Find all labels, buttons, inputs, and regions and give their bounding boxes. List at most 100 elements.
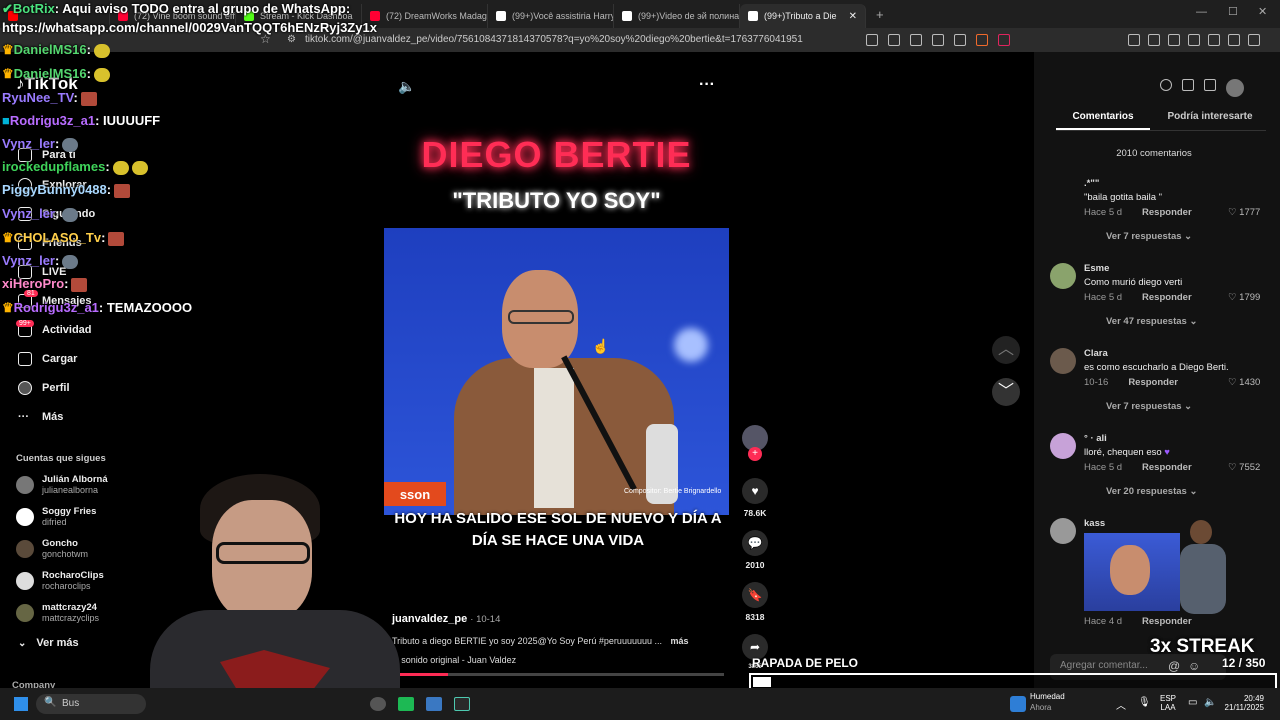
avatar[interactable] xyxy=(1050,348,1076,374)
download-icon[interactable] xyxy=(1204,79,1216,91)
chat-line: PiggyBunny0488: xyxy=(2,182,131,198)
windows-start-icon[interactable] xyxy=(14,697,28,711)
view-replies-button[interactable]: Ver 7 respuestas ⌄ xyxy=(1106,401,1192,412)
app-icon[interactable] xyxy=(370,697,386,711)
compass-icon[interactable] xyxy=(1160,79,1172,91)
view-replies-button[interactable]: Ver 20 respuestas ⌄ xyxy=(1106,486,1197,497)
view-replies-button[interactable]: Ver 7 respuestas ⌄ xyxy=(1106,231,1192,242)
comment-like-button[interactable]: ♡ 7552 xyxy=(1228,462,1260,473)
view-replies-button[interactable]: Ver 47 respuestas ⌄ xyxy=(1106,316,1197,327)
terminal-app-icon[interactable] xyxy=(454,697,470,711)
language-indicator[interactable]: ESP LAA xyxy=(1160,694,1176,712)
following-item[interactable]: Goncho gonchotwm xyxy=(16,538,88,559)
video-author[interactable]: juanvaldez_pe · 10-14 xyxy=(392,613,500,625)
save-button[interactable]: 🔖 8318 xyxy=(742,582,768,622)
browser-tab[interactable]: (99+)Você assistiria Harry xyxy=(488,4,614,28)
sidebar-icon[interactable] xyxy=(1128,34,1140,46)
avatar[interactable] xyxy=(1226,79,1244,97)
close-window-icon[interactable]: ✕ xyxy=(1258,5,1267,18)
nav-item-cargar[interactable]: Cargar xyxy=(18,352,77,366)
browser-tab[interactable]: (99+)Video de эй полина xyxy=(614,4,740,28)
reply-button[interactable]: Responder xyxy=(1142,462,1192,473)
like-button[interactable]: ♥ 78.6K xyxy=(742,478,768,518)
avatar[interactable] xyxy=(1050,433,1076,459)
tab-podria-interesarte[interactable]: Podría interesarte xyxy=(1158,111,1262,122)
comment-button[interactable]: 💬 2010 xyxy=(742,530,768,570)
wallet-icon[interactable] xyxy=(1188,34,1200,46)
avatar[interactable] xyxy=(1050,263,1076,289)
microphone-icon[interactable]: 🎙 xyxy=(1138,697,1151,708)
comment-like-button[interactable]: ♡ 1799 xyxy=(1228,292,1260,303)
minimize-icon[interactable]: — xyxy=(1196,6,1207,18)
more-link[interactable]: más xyxy=(671,636,689,646)
nav-item-mas[interactable]: ··· Más xyxy=(18,411,63,423)
more-options-icon[interactable]: ··· xyxy=(699,76,715,94)
follow-plus-icon[interactable]: + xyxy=(748,447,762,461)
volume-icon[interactable]: 🔈 xyxy=(398,78,415,95)
video-sound[interactable]: ♫ sonido original - Juan Valdez xyxy=(392,655,516,665)
tiktok-icon xyxy=(496,11,506,21)
clock[interactable]: 20:49 21/11/2025 xyxy=(1222,694,1264,712)
chat-line: ♛DanielMS16: xyxy=(2,66,110,82)
emote-icon xyxy=(114,183,131,198)
video-title: DIEGO BERTIE xyxy=(421,134,692,175)
chat-banner: ✔BotRix: Aqui aviso TODO entra al grupo … xyxy=(2,1,351,16)
site-settings-icon[interactable]: ⚙ xyxy=(287,34,296,45)
image-person xyxy=(1110,545,1150,595)
music-icon[interactable] xyxy=(1148,34,1160,46)
chat-line: RyuNee_TV: xyxy=(2,90,97,106)
screen-icon[interactable] xyxy=(888,34,900,46)
leo-icon[interactable] xyxy=(1208,34,1220,46)
chat-line: Vynz_ler: xyxy=(2,253,79,269)
speaker-icon[interactable]: 🔈 xyxy=(1204,697,1216,708)
following-item[interactable]: mattcrazy24 mattcrazyclips xyxy=(16,602,99,623)
chevron-down-icon: ⌄ xyxy=(1184,231,1193,242)
video-progress-track[interactable] xyxy=(388,673,724,676)
following-item[interactable]: RocharoClips rocharoclips xyxy=(16,570,104,591)
comment-image[interactable] xyxy=(1084,533,1180,611)
translate-icon[interactable] xyxy=(910,34,922,46)
brave-shield-icon[interactable] xyxy=(976,34,988,46)
share-icon[interactable] xyxy=(932,34,944,46)
panel-icon[interactable] xyxy=(1168,34,1180,46)
chevron-up-icon: ︿ xyxy=(997,341,1014,358)
following-item[interactable]: Julián Alborná julianealborna xyxy=(16,474,108,495)
browser-tab-active[interactable]: (99+)Tributo a Die ✕ xyxy=(740,4,866,28)
zoom-icon[interactable] xyxy=(954,34,966,46)
next-video-button[interactable]: ﹀ xyxy=(992,378,1020,406)
tray-chevron-icon[interactable]: ︿ xyxy=(1116,697,1126,712)
phone-icon[interactable] xyxy=(1182,79,1194,91)
author-avatar-button[interactable]: + xyxy=(742,425,768,461)
reply-button[interactable]: Responder xyxy=(1142,292,1192,303)
comment-like-button[interactable]: ♡ 1777 xyxy=(1228,207,1260,218)
nav-item-perfil[interactable]: Perfil xyxy=(18,381,70,395)
close-icon[interactable]: ✕ xyxy=(849,11,857,22)
following-item[interactable]: Soggy Fries difried xyxy=(16,506,96,527)
more-icon: ··· xyxy=(18,411,29,423)
menu-icon[interactable] xyxy=(1248,34,1260,46)
previous-video-button[interactable]: ︿ xyxy=(992,336,1020,364)
reply-button[interactable]: Responder xyxy=(1142,207,1192,218)
rewards-icon[interactable] xyxy=(998,34,1010,46)
see-more-button[interactable]: ⌄ Ver más xyxy=(18,637,79,649)
vpn-icon[interactable] xyxy=(1228,34,1240,46)
url-field[interactable]: tiktok.com/@juanvaldez_pe/video/75610843… xyxy=(305,34,803,45)
reply-button[interactable]: Responder xyxy=(1128,377,1178,388)
maximize-icon[interactable]: ☐ xyxy=(1228,5,1238,18)
video-frame[interactable]: sson Compositor: Bertie Brignardello xyxy=(384,228,729,515)
browser-toolbar xyxy=(866,34,1010,46)
play-app-icon[interactable] xyxy=(398,697,414,711)
avatar[interactable] xyxy=(1050,518,1076,544)
goal-counter: 12 / 350 xyxy=(1222,656,1266,670)
browser-tab[interactable]: (72) DreamWorks Madag xyxy=(362,4,488,28)
comment-like-button[interactable]: ♡ 1430 xyxy=(1228,377,1260,388)
new-tab-icon[interactable]: + xyxy=(876,7,884,22)
emoji-icon[interactable]: ☺ xyxy=(1188,659,1200,673)
network-icon[interactable]: ▭ xyxy=(1188,697,1197,708)
avatar xyxy=(16,539,34,558)
tab-comentarios[interactable]: Comentarios xyxy=(1056,111,1150,130)
emote-icon xyxy=(80,91,97,106)
mention-icon[interactable]: @ xyxy=(1168,659,1180,673)
screen-app-icon[interactable] xyxy=(426,697,442,711)
mute-tab-icon[interactable] xyxy=(866,34,878,46)
